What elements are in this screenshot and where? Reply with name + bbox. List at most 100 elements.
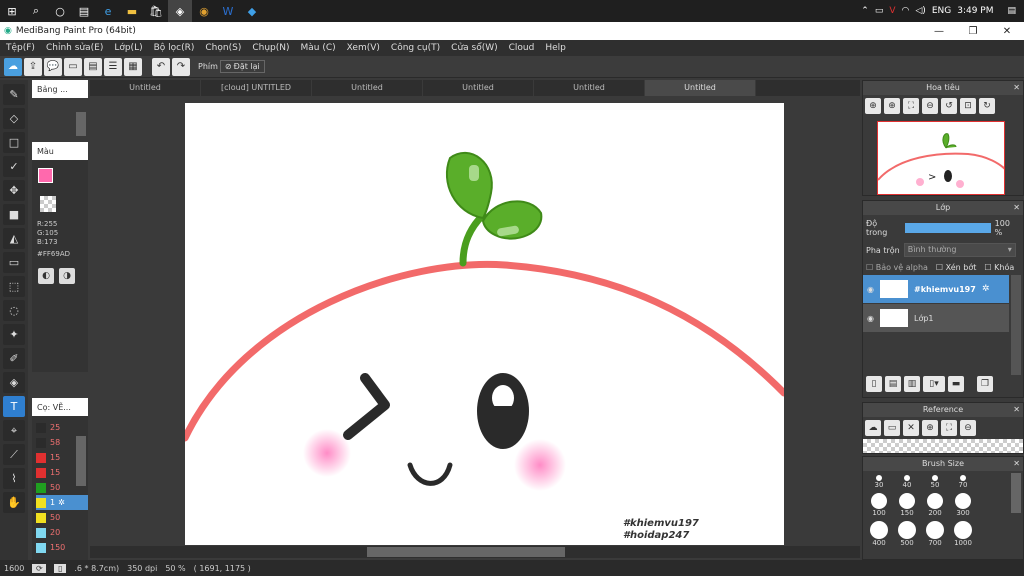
layer-scrollbar[interactable] [1011,275,1021,375]
select-rect-tool-icon[interactable]: ⬚ [3,276,25,297]
tab-untitled-6[interactable]: Untitled [645,80,756,96]
volume-icon[interactable]: ◁) [915,6,925,16]
brush-size-left-header[interactable]: Cọ: VẼ... [32,398,88,416]
brush-size-option[interactable]: 300 [949,493,977,517]
close-button[interactable]: ✕ [990,26,1024,37]
new-8bit-layer-icon[interactable]: ▥ [904,376,920,392]
clock[interactable]: 3:49 PM [957,6,993,16]
edge-icon[interactable]: e [96,0,120,22]
folder-icon[interactable]: ▬ [948,376,964,392]
brush-size-option[interactable]: 100 [865,493,893,517]
fit-icon[interactable]: ⛶ [941,420,957,436]
brush-size-option[interactable]: 500 [893,521,921,547]
tab-untitled-1[interactable]: Untitled [90,80,201,96]
magic-wand-tool-icon[interactable]: ✦ [3,324,25,345]
navigator-header[interactable]: Hoa tiêu ✕ [863,81,1023,95]
brush-size-scrollbar[interactable] [1011,473,1021,513]
rotate-icon[interactable]: ⟳ [32,563,47,573]
color-panel-header[interactable]: Màu [32,142,88,160]
protect-alpha-checkbox[interactable]: ☐ Bảo vệ alpha [866,263,928,272]
brush-size-option[interactable]: 200 [921,493,949,517]
grid-icon[interactable]: ▦ [124,57,142,76]
message-icon[interactable]: ▭ [64,57,82,76]
close-icon[interactable]: ✕ [1013,457,1020,471]
network-icon[interactable]: ▭ [875,6,884,16]
eyedropper-tool-icon[interactable]: ⌇ [3,468,25,489]
tab-untitled-4[interactable]: Untitled [423,80,534,96]
close-icon[interactable]: ✕ [1013,403,1020,417]
select-eraser-tool-icon[interactable]: ◈ [3,372,25,393]
horizontal-scroll-thumb[interactable] [367,547,565,557]
menu-snap[interactable]: Chụp(N) [252,43,289,53]
brush-size-option[interactable]: 50 [921,475,949,489]
chrome-icon[interactable]: ◉ [192,0,216,22]
zoom-out-icon[interactable]: ⊖ [922,98,938,114]
brush-size-option[interactable]: 40 [893,475,921,489]
menu-help[interactable]: Help [545,43,566,53]
menu-select[interactable]: Chọn(S) [205,43,241,53]
zoom-in-icon[interactable]: ⊕ [865,98,881,114]
fit-icon[interactable]: ⛶ [903,98,919,114]
minimize-button[interactable]: — [922,26,956,37]
actual-size-icon[interactable]: ⊡ [960,98,976,114]
menu-edit[interactable]: Chỉnh sửa(E) [46,43,103,53]
app-icon[interactable]: ◆ [240,0,264,22]
lock-checkbox[interactable]: ☐ Khóa [984,263,1014,272]
wifi-icon[interactable]: ◠ [902,6,910,16]
task-view-icon[interactable]: ▤ [72,0,96,22]
opacity-slider[interactable] [904,223,991,233]
zoom-in-2-icon[interactable]: ⊕ [884,98,900,114]
rotate-right-icon[interactable]: ↻ [979,98,995,114]
tab-untitled-5[interactable]: Untitled [534,80,645,96]
menu-file[interactable]: Tệp(F) [6,43,35,53]
antivirus-icon[interactable]: V [889,6,895,16]
cloud-icon[interactable]: ☁ [4,57,22,76]
operation-tool-icon[interactable]: ⌖ [3,420,25,441]
medibang-taskbar-icon[interactable]: ◈ [168,0,192,22]
panel-scrollbar[interactable] [76,112,86,136]
brush-size-option[interactable]: 30 [865,475,893,489]
windows-start-icon[interactable]: ⊞ [0,0,24,22]
rotate-left-icon[interactable]: ↺ [941,98,957,114]
color-wheel-icon[interactable]: ◑ [59,268,75,284]
menu-cloud[interactable]: Cloud [509,43,535,53]
rectangle-tool-icon[interactable]: □ [3,132,25,153]
drawing-canvas[interactable]: #khiemvu197 #hoidap247 [185,103,784,545]
brush-panel-header[interactable]: Bảng ... [32,80,88,98]
zoom-out-icon[interactable]: ⊖ [960,420,976,436]
lasso-tool-icon[interactable]: ◌ [3,300,25,321]
word-icon[interactable]: W [216,0,240,22]
brush-size-option[interactable]: 1000 [949,521,977,547]
file-explorer-icon[interactable]: ▬ [120,0,144,22]
primary-color-swatch[interactable] [38,168,53,183]
bucket-tool-icon[interactable]: ◭ [3,228,25,249]
reference-area[interactable] [863,439,1023,453]
brush-preset-item[interactable]: 50 [36,510,88,525]
brush-preset-item[interactable]: 25 [36,420,88,435]
select-pen-tool-icon[interactable]: ✐ [3,348,25,369]
brush-preset-item[interactable]: 150 [36,540,88,555]
reference-header[interactable]: Reference ✕ [863,403,1023,417]
brush-size-header[interactable]: Brush Size ✕ [863,457,1023,471]
close-reference-icon[interactable]: ✕ [903,420,919,436]
brush-preset-item[interactable]: 1 ✲ [36,495,88,510]
chevron-up-icon[interactable]: ⌃ [861,6,869,16]
brush-size-option[interactable]: 400 [865,521,893,547]
tab-untitled-3[interactable]: Untitled [312,80,423,96]
cortana-icon[interactable]: ○ [48,0,72,22]
eye-icon[interactable]: ◉ [867,314,874,323]
divide-tool-icon[interactable]: ⟋ [3,444,25,465]
open-folder-icon[interactable]: ▭ [884,420,900,436]
panel-scrollbar[interactable] [76,436,86,486]
maximize-button[interactable]: ❐ [956,26,990,37]
gradient-tool-icon[interactable]: ▭ [3,252,25,273]
notification-icon[interactable]: ▤ [1007,6,1016,16]
color-palette-icon[interactable]: ◐ [38,268,54,284]
close-icon[interactable]: ✕ [1013,81,1020,95]
horizontal-scrollbar[interactable] [90,546,860,558]
text-tool-icon[interactable]: T [3,396,25,417]
gear-icon[interactable]: ✲ [982,284,990,294]
share-icon[interactable]: ⇪ [24,57,42,76]
brush-size-option[interactable]: 150 [893,493,921,517]
menu-color[interactable]: Màu (C) [301,43,336,53]
